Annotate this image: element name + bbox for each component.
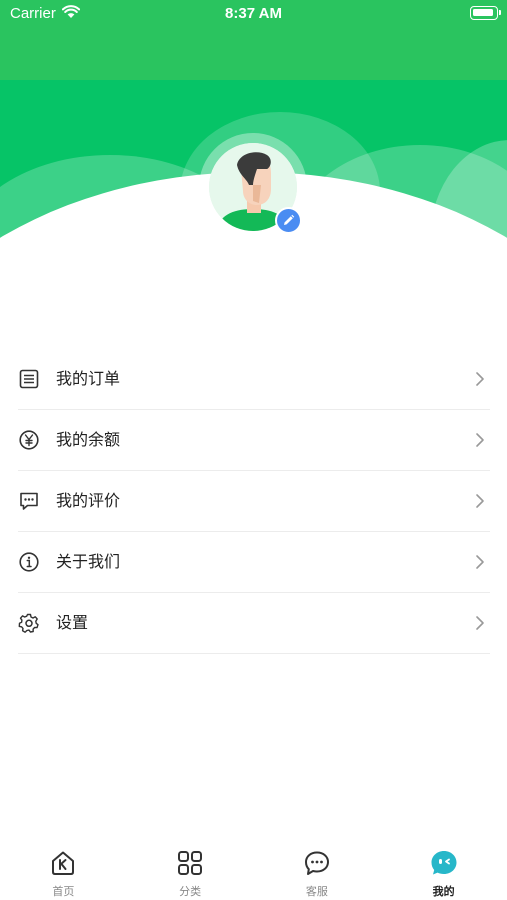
battery-icon: [470, 6, 501, 20]
chevron-right-icon: [476, 494, 484, 508]
menu-item-settings[interactable]: 设置: [18, 593, 490, 654]
tab-label: 我的: [432, 885, 455, 898]
yen-icon: [19, 430, 39, 450]
pencil-icon: [284, 214, 295, 225]
chevron-right-icon: [476, 433, 484, 447]
status-bar: Carrier 8:37 AM: [0, 0, 507, 28]
chat-icon: [304, 851, 329, 875]
clock: 8:37 AM: [225, 5, 282, 22]
menu-item-label: 我的订单: [56, 369, 121, 388]
menu-item-label: 关于我们: [56, 552, 121, 571]
chevron-right-icon: [476, 616, 484, 630]
chevron-right-icon: [476, 555, 484, 569]
tab-label: 首页: [52, 885, 75, 898]
gear-icon: [18, 613, 39, 633]
bottom-tab-bar: 首页 分类 客服 我的: [0, 840, 507, 900]
tab-service[interactable]: 客服: [254, 840, 381, 900]
tab-label: 分类: [179, 885, 202, 898]
profile-face-icon: [431, 851, 457, 875]
menu-item-about[interactable]: 关于我们: [18, 532, 490, 593]
list-icon: [19, 369, 39, 389]
menu-item-label: 设置: [56, 613, 89, 632]
chevron-right-icon: [476, 372, 484, 386]
edit-avatar-button[interactable]: [275, 207, 302, 234]
tab-label: 客服: [305, 885, 328, 898]
info-icon: [19, 552, 39, 572]
menu-item-reviews[interactable]: 我的评价: [18, 471, 490, 532]
menu-item-orders[interactable]: 我的订单: [18, 349, 490, 410]
grid-icon: [178, 851, 203, 875]
home-icon: [52, 851, 75, 875]
tab-home[interactable]: 首页: [0, 840, 127, 900]
menu-item-balance[interactable]: 我的余额: [18, 410, 490, 471]
tab-mine[interactable]: 我的: [380, 840, 507, 900]
menu-item-label: 我的余额: [56, 430, 121, 449]
tab-category[interactable]: 分类: [127, 840, 254, 900]
profile-menu: 我的订单 我的余额 我的评价 关于我们 设置: [18, 349, 490, 654]
comment-icon: [20, 492, 38, 510]
menu-item-label: 我的评价: [56, 491, 121, 510]
